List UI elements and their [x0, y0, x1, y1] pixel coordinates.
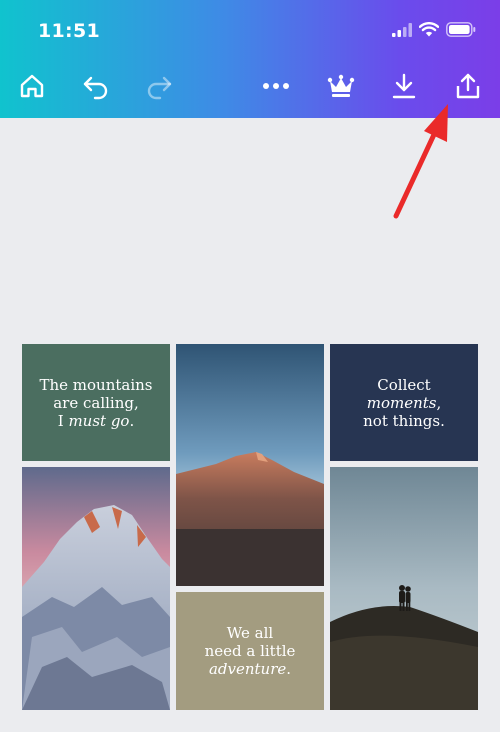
- editor-top-bar: 11:51: [0, 0, 500, 118]
- photo-hikers-silhouette[interactable]: [330, 467, 478, 710]
- home-icon: [20, 74, 44, 98]
- quote-line: Collect: [377, 375, 431, 394]
- more-icon: [263, 83, 289, 89]
- more-options-button[interactable]: [256, 66, 296, 106]
- quote-line: adventure.: [208, 660, 292, 678]
- design-canvas[interactable]: The mountains are calling, I must go. We…: [0, 118, 500, 732]
- quote-line: need a little: [204, 642, 296, 660]
- redo-icon: [147, 76, 172, 100]
- quote-line: moments,: [366, 393, 442, 412]
- wifi-icon: [418, 22, 440, 42]
- home-button[interactable]: [12, 66, 52, 106]
- photo-snowy-mountain[interactable]: [22, 467, 170, 710]
- quote-line: We all: [226, 624, 274, 642]
- share-button[interactable]: [448, 66, 488, 106]
- battery-icon: [446, 22, 476, 42]
- undo-button[interactable]: [76, 66, 116, 106]
- crown-icon: [327, 74, 355, 97]
- quote-tile-mountains[interactable]: The mountains are calling, I must go.: [22, 344, 170, 461]
- quote-line: The mountains: [39, 375, 153, 394]
- premium-button[interactable]: [321, 66, 361, 106]
- photo-volcano-peak[interactable]: [176, 344, 324, 586]
- quote-line: not things.: [363, 411, 445, 430]
- download-icon: [392, 73, 416, 99]
- quote-tile-adventure[interactable]: We all need a little adventure.: [176, 592, 324, 710]
- cellular-signal-icon: [392, 22, 412, 42]
- status-time: 11:51: [38, 20, 100, 42]
- share-icon: [456, 73, 480, 99]
- quote-line: are calling,: [53, 393, 139, 412]
- redo-button[interactable]: [139, 66, 179, 106]
- quote-tile-moments[interactable]: Collect moments, not things.: [330, 344, 478, 461]
- download-button[interactable]: [384, 66, 424, 106]
- status-icons: [392, 22, 476, 42]
- undo-icon: [83, 76, 108, 100]
- quote-line: I must go.: [57, 411, 135, 430]
